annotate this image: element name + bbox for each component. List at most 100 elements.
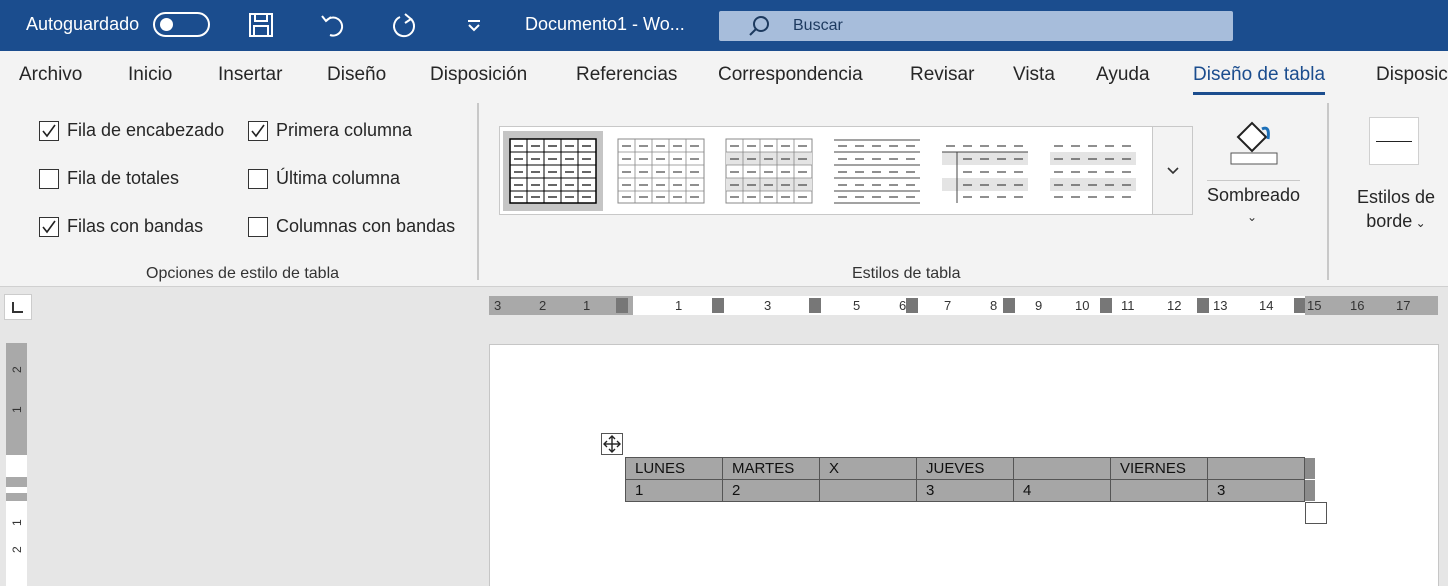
search-box[interactable]: Buscar [719,11,1233,41]
table-cell[interactable]: VIERNES [1110,457,1208,480]
table-cell[interactable] [1207,457,1305,480]
checkbox-empty-icon [248,168,268,189]
ruler-label: 13 [1213,298,1227,313]
tab-archivo[interactable]: Archivo [19,64,82,86]
row-end-marker [1305,480,1315,501]
ruler-label: 16 [1350,298,1364,313]
last-column-checkbox[interactable]: Última columna [248,168,400,189]
chevron-down-icon: ⌄ [1247,210,1258,224]
tab-insertar[interactable]: Insertar [218,64,282,86]
tab-vista[interactable]: Vista [1013,64,1055,86]
checkbox-checked-icon [39,120,59,141]
table-style-grid[interactable] [503,131,603,211]
vertical-ruler[interactable]: 2 1 1 2 [6,343,27,586]
ruler-label: 8 [990,298,997,313]
ruler-label: 3 [764,298,771,313]
move-arrows-icon [603,435,621,453]
ruler-label: 5 [853,298,860,313]
ruler-label: 1 [10,519,24,526]
ruler-label: 12 [1167,298,1181,313]
ruler-label: 2 [10,546,24,553]
header-row-label: Fila de encabezado [67,120,225,140]
ruler-label: 1 [583,298,590,313]
table-cell[interactable]: 1 [625,479,723,502]
save-icon[interactable] [246,10,276,40]
ruler-label: 6 [899,298,906,313]
table-style-light-grid[interactable] [611,131,711,211]
tab-revisar[interactable]: Revisar [910,64,974,86]
table-style-banded-plain[interactable] [1043,131,1143,211]
table-resize-handle[interactable] [1305,502,1327,524]
undo-icon[interactable] [318,10,348,40]
row-end-marker [1305,458,1315,479]
border-style-icon[interactable] [1369,117,1419,165]
chevron-down-icon: ⌄ [1412,216,1426,230]
table-row: 1 2 3 4 3 [625,479,1305,502]
gallery-more-button[interactable] [1152,126,1193,215]
style-options-group-label: Opciones de estilo de tabla [146,265,340,282]
table-cell[interactable] [1110,479,1208,502]
border-styles-button[interactable]: Estilos de borde ⌄ [1356,185,1436,235]
ruler-label: 1 [675,298,682,313]
group-divider [477,103,479,280]
banded-columns-label: Columnas con bandas [276,216,456,236]
horizontal-ruler[interactable]: 3 2 1 1 3 5 6 7 8 9 10 11 12 13 14 15 16 [489,296,1438,315]
first-column-checkbox[interactable]: Primera columna [248,120,412,141]
banded-rows-checkbox[interactable]: Filas con bandas [39,216,203,237]
autosave-toggle[interactable] [153,12,210,37]
search-placeholder: Buscar [793,17,843,34]
tab-diseno[interactable]: Diseño [327,64,386,86]
table-styles-group-label: Estilos de tabla [852,265,961,282]
tab-diseno-de-tabla[interactable]: Diseño de tabla [1193,64,1326,95]
group-divider [1327,103,1329,280]
table-cell[interactable]: 4 [1013,479,1111,502]
total-row-checkbox[interactable]: Fila de totales [39,168,179,189]
tab-inicio[interactable]: Inicio [128,64,172,86]
checkbox-empty-icon [248,216,268,237]
table-cell[interactable]: 2 [722,479,820,502]
tab-disposicion[interactable]: Disposición [430,64,527,86]
left-tab-icon [12,302,23,313]
header-row-checkbox[interactable]: Fila de encabezado [39,120,224,141]
checkbox-checked-icon [39,216,59,237]
table-cell[interactable] [819,479,917,502]
ruler-label: 14 [1259,298,1273,313]
table-cell[interactable]: LUNES [625,457,723,480]
ribbon-tabs: Archivo Inicio Insertar Diseño Disposici… [0,51,1448,97]
ruler-label: 9 [1035,298,1042,313]
table-move-handle[interactable] [601,433,623,455]
ruler-label: 11 [1121,298,1135,313]
tab-disposicion-tabla[interactable]: Disposic [1376,64,1448,86]
document-table[interactable]: LUNES MARTES X JUEVES VIERNES 1 2 3 4 3 [625,457,1305,502]
document-title: Documento1 - Wo... [525,14,685,34]
ribbon-body: Fila de encabezado Fila de totales Filas… [0,97,1448,287]
checkbox-empty-icon [39,168,59,189]
shading-bucket-icon[interactable] [1228,115,1280,167]
shading-button[interactable]: Sombreado [1207,185,1300,206]
banded-columns-checkbox[interactable]: Columnas con bandas [248,216,455,237]
table-cell[interactable]: 3 [1207,479,1305,502]
document-page[interactable]: LUNES MARTES X JUEVES VIERNES 1 2 3 4 3 [489,344,1439,586]
ruler-label: 2 [10,366,24,373]
customize-toolbar-icon[interactable] [464,10,494,40]
table-style-lined[interactable] [827,131,927,211]
last-column-label: Última columna [276,168,401,188]
table-cell[interactable]: X [819,457,917,480]
table-cell[interactable]: MARTES [722,457,820,480]
ruler-label: 15 [1307,298,1321,313]
table-cell[interactable]: JUEVES [916,457,1014,480]
table-cell[interactable] [1013,457,1111,480]
tab-correspondencia[interactable]: Correspondencia [718,64,863,86]
tab-referencias[interactable]: Referencias [576,64,677,86]
ruler-label: 7 [944,298,951,313]
total-row-label: Fila de totales [67,168,180,188]
tab-ayuda[interactable]: Ayuda [1096,64,1150,86]
table-style-first-column[interactable] [935,131,1035,211]
redo-icon[interactable] [390,10,420,40]
tab-selector[interactable] [4,294,32,320]
table-cell[interactable]: 3 [916,479,1014,502]
ruler-label: 2 [539,298,546,313]
ruler-label: 3 [494,298,501,313]
document-area: 3 2 1 1 3 5 6 7 8 9 10 11 12 13 14 15 16 [0,288,1448,586]
table-style-shaded-grid[interactable] [719,131,819,211]
